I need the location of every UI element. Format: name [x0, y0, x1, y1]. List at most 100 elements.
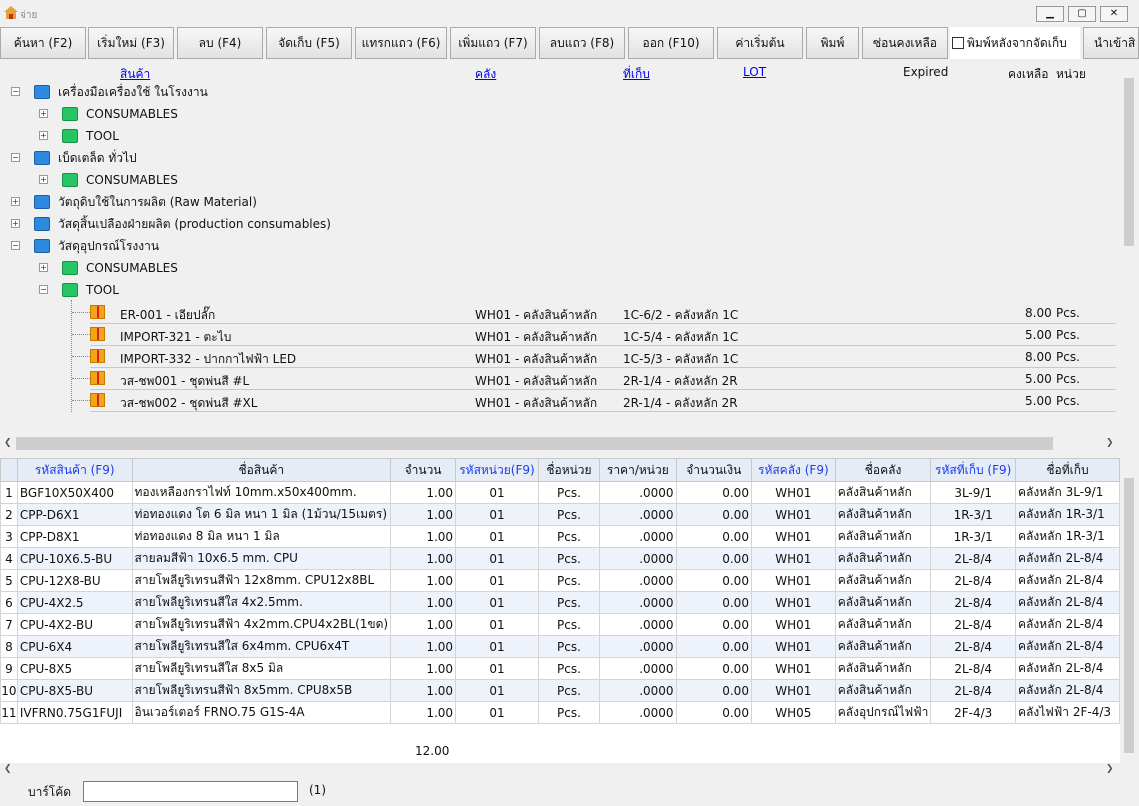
save-button[interactable]: จัดเก็บ (F5): [266, 27, 352, 59]
grid-cell[interactable]: 0.00: [675, 613, 752, 636]
grid-cell[interactable]: สายโพลียูริเทรนสีใส 8x5 มิล: [131, 657, 392, 680]
grid-header-cell[interactable]: รหัสที่เก็บ (F9): [930, 458, 1017, 482]
grid-cell[interactable]: 2L-8/4: [930, 679, 1017, 702]
grid-cell[interactable]: 1R-3/1: [930, 525, 1017, 548]
grid-cell[interactable]: ทองเหลืองกราไฟท์ 10mm.x50x400mm.: [131, 481, 392, 504]
exit-button[interactable]: ออก (F10): [628, 27, 714, 59]
import-button[interactable]: นำเข้าสิ: [1083, 27, 1139, 59]
tree-node[interactable]: เบ็ดเตล็ด ทั่วไป: [34, 148, 137, 168]
tree-expander-icon[interactable]: +: [11, 197, 20, 206]
grid-cell[interactable]: คลังสินค้าหลัก: [834, 635, 932, 658]
tree-hscroll-thumb[interactable]: [16, 437, 1053, 450]
grid-cell[interactable]: 01: [455, 679, 539, 702]
print-after-save-option[interactable]: พิมพ์หลังจากจัดเก็บ: [950, 27, 1080, 59]
grid-cell[interactable]: 1.00: [390, 635, 457, 658]
tree-item-row[interactable]: IMPORT-332 - ปากกาไฟฟ้า LED WH01 - คลังสิ…: [90, 346, 1116, 368]
table-row[interactable]: 10 CPU-8X5-BU สายโพลียูริเทรนสีฟ้า 8x5mm. …: [0, 679, 1120, 702]
scroll-left-icon[interactable]: ❮: [4, 438, 12, 448]
grid-header-cell[interactable]: ชื่อที่เก็บ: [1015, 458, 1120, 482]
close-button[interactable]: ✕: [1100, 6, 1128, 22]
grid-header-cell[interactable]: รหัสคลัง (F9): [750, 458, 836, 482]
grid-cell[interactable]: สายลมสีฟ้า 10x6.5 mm. CPU: [131, 547, 392, 570]
grid-header-cell[interactable]: รหัสหน่วย(F9): [455, 458, 539, 482]
grid-cell[interactable]: 01: [455, 701, 539, 724]
tree-expander-icon[interactable]: −: [11, 87, 20, 96]
grid-cell[interactable]: WH01: [750, 679, 836, 702]
grid-cell[interactable]: 0.00: [675, 657, 752, 680]
grid-cell[interactable]: 0.00: [675, 679, 752, 702]
grid-cell[interactable]: 01: [455, 657, 539, 680]
grid-cell[interactable]: 1.00: [390, 481, 457, 504]
grid-header-cell[interactable]: ชื่อคลัง: [834, 458, 932, 482]
grid-cell[interactable]: WH01: [750, 613, 836, 636]
grid-cell[interactable]: สายโพลียูริเทรนสีฟ้า 12x8mm. CPU12x8BL: [131, 569, 392, 592]
grid-cell[interactable]: คลังสินค้าหลัก: [834, 503, 932, 526]
grid-header-cell[interactable]: ชื่อหน่วย: [537, 458, 601, 482]
grid-cell[interactable]: 2L-8/4: [930, 591, 1017, 614]
grid-cell[interactable]: 0.00: [675, 525, 752, 548]
grid-cell[interactable]: 1R-3/1: [930, 503, 1017, 526]
grid-cell[interactable]: 01: [455, 591, 539, 614]
grid-cell[interactable]: .0000: [599, 635, 677, 658]
grid-cell[interactable]: คลังสินค้าหลัก: [834, 679, 932, 702]
grid-cell[interactable]: 01: [455, 525, 539, 548]
tree-expander-icon[interactable]: +: [39, 263, 48, 272]
grid-cell[interactable]: คลังสินค้าหลัก: [834, 547, 932, 570]
grid-cell[interactable]: ท่อทองแดง โต 6 มิล หนา 1 มิล (1ม้วน/15เม…: [131, 503, 392, 526]
grid-cell[interactable]: 1.00: [390, 679, 457, 702]
table-row[interactable]: 1 BGF10X50X400 ทองเหลืองกราไฟท์ 10mm.x50x4…: [0, 481, 1120, 504]
table-row[interactable]: 11 IVFRN0.75G1FUJI อินเวอร์เตอร์ FRNO.75 G…: [0, 701, 1120, 724]
tree-node[interactable]: TOOL: [62, 126, 119, 146]
grid-cell[interactable]: ท่อทองแดง 8 มิล หนา 1 มิล: [131, 525, 392, 548]
grid-cell[interactable]: 1.00: [390, 613, 457, 636]
grid-cell[interactable]: คลังหลัก 2L-8/4: [1015, 679, 1120, 702]
grid-cell[interactable]: Pcs.: [537, 613, 601, 636]
table-row[interactable]: 5 CPU-12X8-BU สายโพลียูริเทรนสีฟ้า 12x8mm.…: [0, 569, 1120, 592]
tree-node[interactable]: วัตถุดิบใช้ในการผลิต (Raw Material): [34, 192, 257, 212]
grid-cell[interactable]: .0000: [599, 679, 677, 702]
grid-cell[interactable]: คลังสินค้าหลัก: [834, 525, 932, 548]
grid-cell[interactable]: 01: [455, 481, 539, 504]
grid-cell[interactable]: CPU-8X5: [16, 657, 133, 680]
grid-cell[interactable]: 2L-8/4: [930, 547, 1017, 570]
table-row[interactable]: 2 CPP-D6X1 ท่อทองแดง โต 6 มิล หนา 1 มิล (1…: [0, 503, 1120, 526]
tree-item-row[interactable]: วส-ชพ002 - ชุดพ่นสี #XL WH01 - คลังสินค้า…: [90, 390, 1116, 412]
grid-cell[interactable]: คลังหลัก 2L-8/4: [1015, 591, 1120, 614]
grid-cell[interactable]: คลังหลัก 1R-3/1: [1015, 525, 1120, 548]
grid-cell[interactable]: 1.00: [390, 701, 457, 724]
tree-item-row[interactable]: วส-ชพ001 - ชุดพ่นสี #L WH01 - คลังสินค้าห…: [90, 368, 1116, 390]
grid-cell[interactable]: 0.00: [675, 635, 752, 658]
grid-cell[interactable]: 0.00: [675, 701, 752, 724]
delete-button[interactable]: ลบ (F4): [177, 27, 263, 59]
grid-cell[interactable]: Pcs.: [537, 547, 601, 570]
grid-cell[interactable]: Pcs.: [537, 503, 601, 526]
tree-node[interactable]: TOOL: [62, 280, 119, 300]
grid-cell[interactable]: คลังหลัก 2L-8/4: [1015, 635, 1120, 658]
tree-header-location[interactable]: ที่เก็บ: [623, 65, 650, 84]
tree-node[interactable]: CONSUMABLES: [62, 104, 178, 124]
grid-cell[interactable]: WH01: [750, 635, 836, 658]
grid-scroll-thumb[interactable]: [1124, 478, 1134, 753]
grid-cell[interactable]: 1.00: [390, 569, 457, 592]
grid-cell[interactable]: 01: [455, 547, 539, 570]
grid-header-cell[interactable]: [0, 458, 18, 482]
grid-cell[interactable]: CPU-4X2.5: [16, 591, 133, 614]
grid-cell[interactable]: คลังไฟฟ้า 2F-4/3: [1015, 701, 1120, 724]
grid-cell[interactable]: 01: [455, 613, 539, 636]
grid-cell[interactable]: CPU-10X6.5-BU: [16, 547, 133, 570]
grid-cell[interactable]: 3L-9/1: [930, 481, 1017, 504]
grid-cell[interactable]: IVFRN0.75G1FUJI: [16, 701, 133, 724]
minimize-button[interactable]: ▁: [1036, 6, 1064, 22]
grid-cell[interactable]: Pcs.: [537, 525, 601, 548]
grid-cell[interactable]: 0.00: [675, 547, 752, 570]
grid-cell[interactable]: Pcs.: [537, 481, 601, 504]
defaults-button[interactable]: ค่าเริ่มต้น: [717, 27, 803, 59]
grid-cell[interactable]: 0.00: [675, 503, 752, 526]
grid-cell[interactable]: สายโพลียูริเทรนสีใส 6x4mm. CPU6x4T: [131, 635, 392, 658]
grid-cell[interactable]: 01: [455, 503, 539, 526]
grid-cell[interactable]: คลังสินค้าหลัก: [834, 613, 932, 636]
tree-node[interactable]: CONSUMABLES: [62, 258, 178, 278]
grid-cell[interactable]: WH01: [750, 657, 836, 680]
grid-cell[interactable]: สายโพลียูริเทรนสีใส 4x2.5mm.: [131, 591, 392, 614]
grid-cell[interactable]: คลังสินค้าหลัก: [834, 481, 932, 504]
